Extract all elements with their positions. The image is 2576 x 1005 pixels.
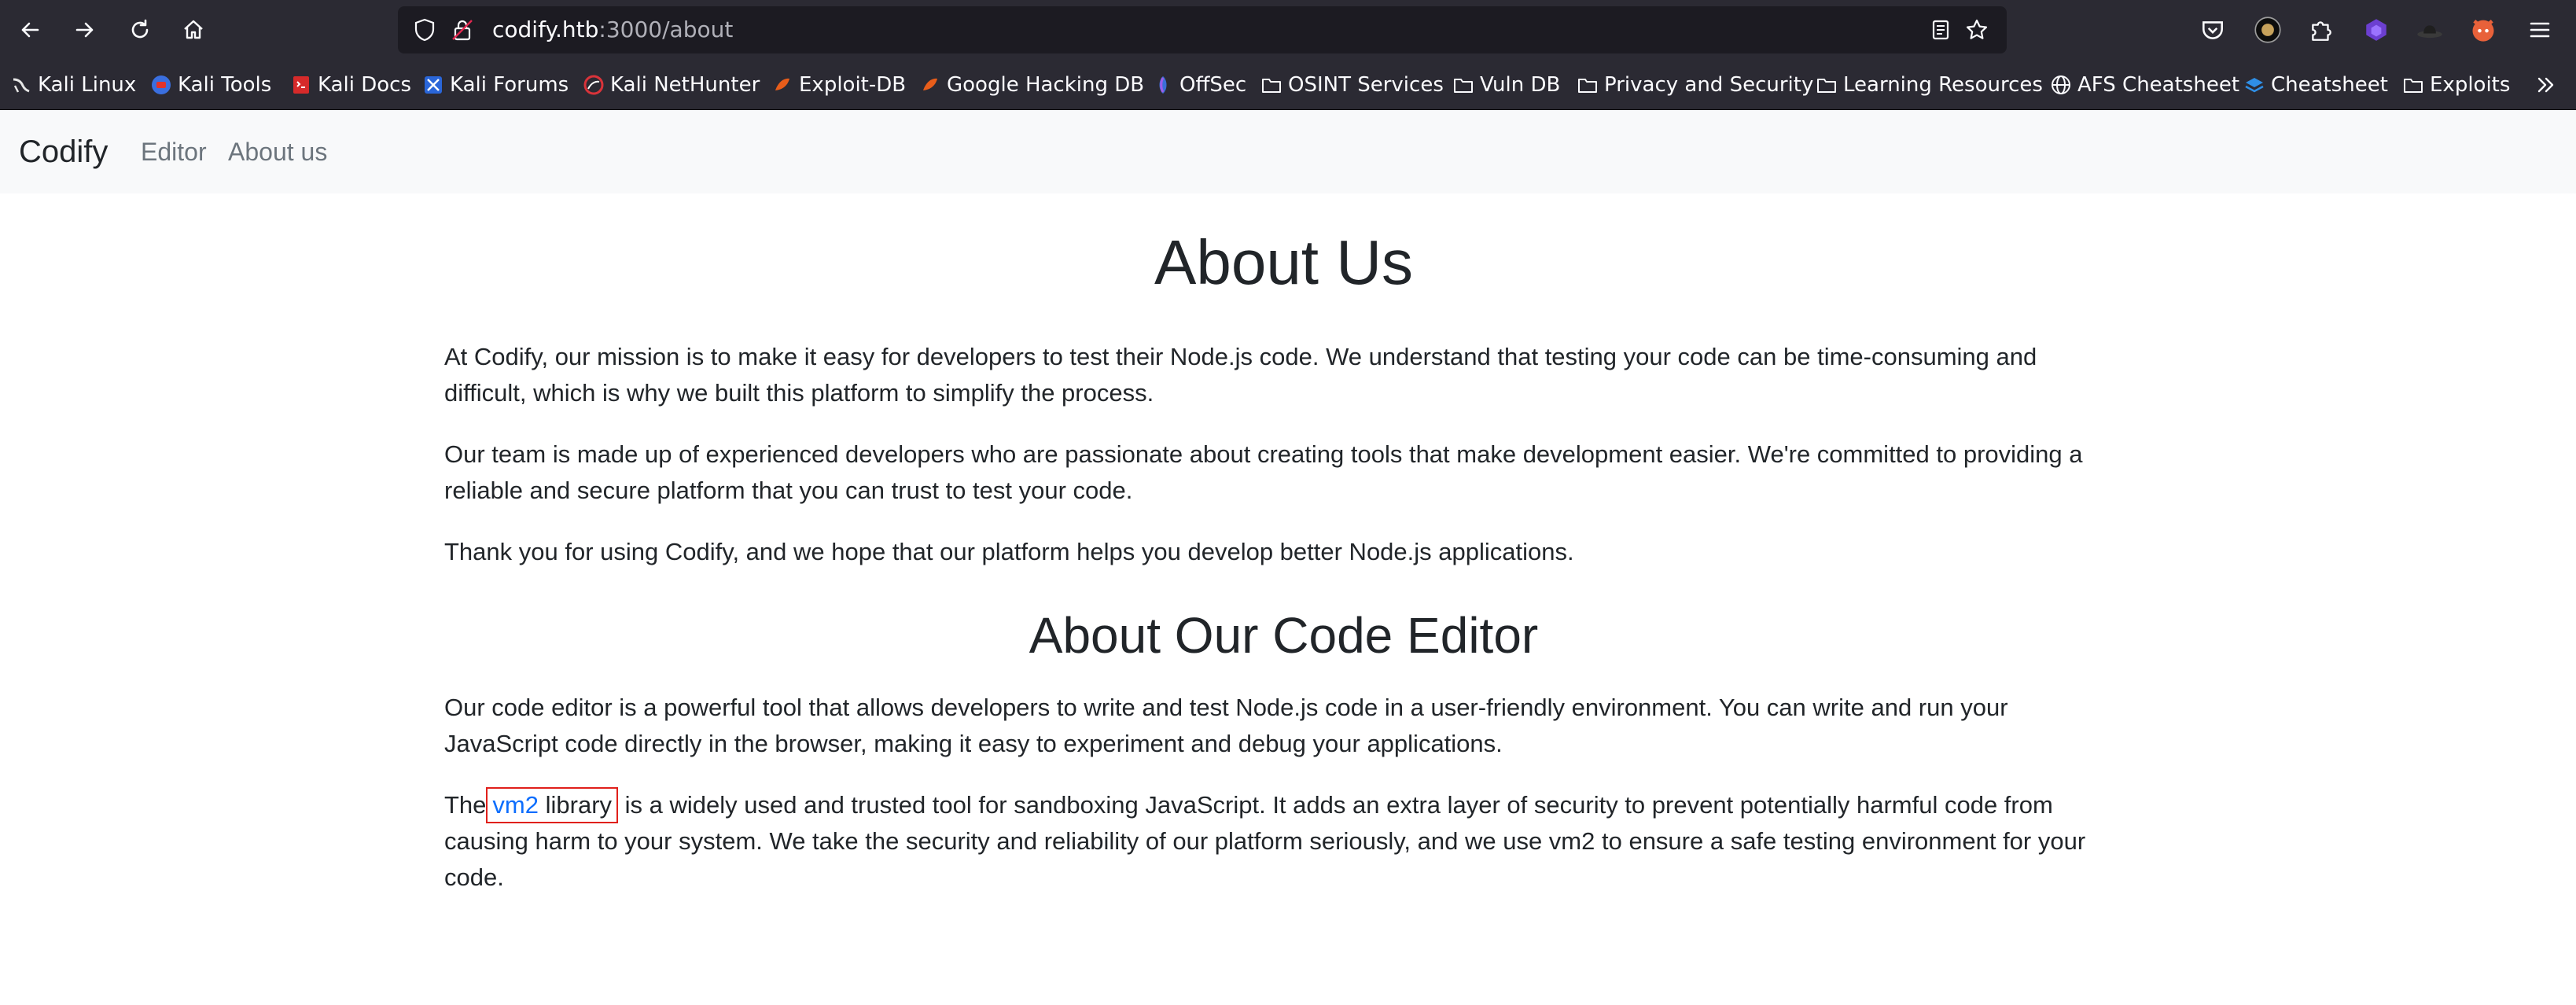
lock-insecure-icon[interactable] xyxy=(450,17,475,42)
chevron-double-right-icon[interactable] xyxy=(2534,72,2559,98)
bookmark-kali-docs[interactable]: Kali Docs xyxy=(291,60,411,110)
globe-icon xyxy=(2052,75,2070,94)
cheatsheet-icon xyxy=(2245,78,2264,93)
vm2-highlight-box: vm2 library xyxy=(486,787,619,823)
offsec-icon xyxy=(1159,76,1167,94)
arrow-left-icon xyxy=(21,22,39,38)
folder-icon xyxy=(1454,79,1473,93)
bookmark-kali-linux[interactable]: Kali Linux xyxy=(11,60,136,110)
bookmark-label: Google Hacking DB xyxy=(947,73,1145,97)
page-title: About Us xyxy=(1154,227,1414,297)
vm2-prefix: The xyxy=(444,791,487,819)
intro-paragraph-1: At Codify, our mission is to make it eas… xyxy=(444,343,2037,407)
extension-hat-icon[interactable] xyxy=(2414,14,2445,46)
kali-docs-icon xyxy=(293,76,309,94)
bookmark-label: Kali Docs xyxy=(318,73,412,97)
bookmark-afs-cheatsheet[interactable]: AFS Cheatsheet xyxy=(2051,60,2239,110)
browser-toolbar: codify.htb:3000/about xyxy=(0,0,2576,60)
bookmark-cheatsheet[interactable]: Cheatsheet xyxy=(2244,60,2388,110)
forward-button[interactable] xyxy=(66,11,104,49)
bookmark-label: Kali Tools xyxy=(178,73,272,97)
nav-link-about[interactable]: About us xyxy=(228,110,327,193)
bookmark-label: Kali NetHunter xyxy=(610,73,760,97)
bookmark-learning-resources[interactable]: Learning Resources xyxy=(1816,60,2043,110)
nav-link-editor[interactable]: Editor xyxy=(141,110,207,193)
bookmark-label: Cheatsheet xyxy=(2271,73,2388,97)
intro-paragraph-2: Our team is made up of experienced devel… xyxy=(444,440,2083,504)
vm2-rest: is a widely used and trusted tool for sa… xyxy=(444,791,2086,891)
bookmark-label: Kali Forums xyxy=(450,73,569,97)
vm2-link[interactable]: vm2 xyxy=(492,791,539,819)
bookmark-label: Learning Resources xyxy=(1843,73,2043,97)
arrow-right-icon xyxy=(75,22,94,38)
home-icon xyxy=(184,20,203,39)
extension-purple-icon[interactable] xyxy=(2361,14,2392,46)
extensions-puzzle-icon[interactable] xyxy=(2306,14,2337,46)
folder-icon xyxy=(2404,79,2423,93)
vm2-link-suffix: library xyxy=(539,791,613,819)
back-button[interactable] xyxy=(11,11,49,49)
kali-forums-icon xyxy=(425,76,442,94)
menu-icon[interactable] xyxy=(2524,14,2556,46)
site-navbar: Codify Editor About us xyxy=(0,110,2576,193)
bookmark-exploit-db[interactable]: Exploit-DB xyxy=(772,60,906,110)
bookmark-label: AFS Cheatsheet xyxy=(2077,73,2240,97)
bookmark-label: Kali Linux xyxy=(38,73,137,97)
reload-button[interactable] xyxy=(121,11,159,49)
kali-dragon-icon xyxy=(13,78,30,93)
bookmark-vuln-db[interactable]: Vuln DB xyxy=(1453,60,1560,110)
folder-icon xyxy=(1262,79,1281,93)
url-host: codify.htb xyxy=(492,17,599,42)
bookmark-label: OffSec xyxy=(1179,73,1247,97)
bookmark-label: OSINT Services xyxy=(1288,73,1444,97)
bookmark-google-hacking-db[interactable]: Google Hacking DB xyxy=(920,60,1144,110)
url-bar[interactable]: codify.htb:3000/about xyxy=(398,6,2007,53)
reload-icon xyxy=(131,19,149,39)
bookmark-offsec[interactable]: OffSec xyxy=(1153,60,1246,110)
url-path: :3000/about xyxy=(598,17,734,42)
bookmark-exploits[interactable]: Exploits xyxy=(2403,60,2510,110)
bookmark-osint-services[interactable]: OSINT Services xyxy=(1261,60,1444,110)
shield-icon[interactable] xyxy=(412,17,437,42)
nethunter-icon xyxy=(583,75,604,95)
bookmark-label: Privacy and Security xyxy=(1604,73,1814,97)
bookmark-privacy-and-security[interactable]: Privacy and Security xyxy=(1577,60,1813,110)
reader-view-icon[interactable] xyxy=(1928,17,1953,42)
extension-dark-icon[interactable] xyxy=(2252,14,2283,46)
bookmark-label: Vuln DB xyxy=(1480,73,1561,97)
bookmarks-bar: Kali Linux Kali Tools Kali Docs Kali For… xyxy=(0,60,2576,110)
editor-paragraph: Our code editor is a powerful tool that … xyxy=(444,694,2008,757)
home-button[interactable] xyxy=(175,11,212,49)
folder-icon xyxy=(1578,79,1597,93)
editor-heading: About Our Code Editor xyxy=(1029,607,1539,664)
bookmark-kali-tools[interactable]: Kali Tools xyxy=(151,60,271,110)
bookmark-label: Exploit-DB xyxy=(799,73,907,97)
kali-tools-icon xyxy=(152,75,171,94)
pocket-icon[interactable] xyxy=(2197,14,2228,46)
url-text[interactable]: codify.htb:3000/about xyxy=(492,6,733,53)
extension-fox-icon[interactable] xyxy=(2467,14,2499,46)
exploit-db-icon xyxy=(775,78,789,90)
intro-paragraph-3: Thank you for using Codify, and we hope … xyxy=(444,538,1574,565)
bookmark-label: Exploits xyxy=(2430,73,2511,97)
ghdb-icon xyxy=(923,78,937,90)
bookmark-kali-nethunter[interactable]: Kali NetHunter xyxy=(583,60,760,110)
bookmark-kali-forums[interactable]: Kali Forums xyxy=(423,60,569,110)
brand-link[interactable]: Codify xyxy=(19,110,108,193)
folder-icon xyxy=(1817,79,1836,93)
vm2-paragraph: The vm2 library is a widely used and trus… xyxy=(444,787,2123,896)
bookmark-star-icon[interactable] xyxy=(1964,17,1989,42)
